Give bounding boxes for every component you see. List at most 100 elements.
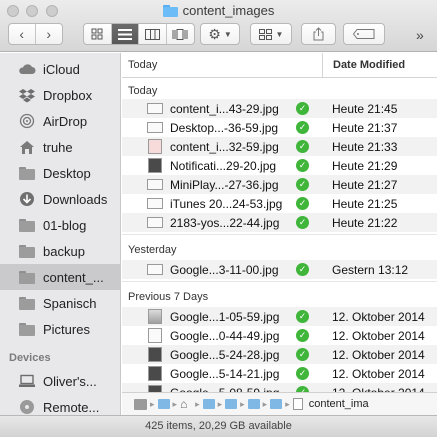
folder-icon [162,4,178,17]
share-button[interactable] [301,23,336,45]
sidebar-item-spanisch[interactable]: Spanisch [0,290,120,316]
status-bar: 425 items, 20,29 GB available [0,415,437,437]
file-date-modified: Heute 21:37 [332,121,398,135]
image-thumbnail-icon [148,158,162,173]
cover-flow-button[interactable] [167,24,194,44]
image-thumbnail-icon [147,198,163,209]
path-current-item[interactable]: content_ima [309,398,369,410]
folder-icon [18,216,36,234]
sidebar-item-label: 01-blog [43,217,87,233]
file-name: Google...5-24-28.jpg [170,348,280,362]
sidebar-item-dropbox[interactable]: Dropbox [0,82,120,108]
sidebar-item-label: Downloads [43,191,108,207]
sidebar-item-01-blog[interactable]: 01-blog [0,212,120,238]
sidebar-item-icloud[interactable]: iCloud [0,56,120,82]
document-icon[interactable] [292,398,303,410]
window-title: content_images [0,3,437,18]
sync-checkmark-icon: ✓ [296,329,309,342]
edit-tags-button[interactable] [343,23,385,45]
file-row[interactable]: Google...3-11-00.jpg ✓ Gestern 13:12 [122,260,437,279]
sidebar: iCloud Dropbox AirDrop truhe Desktop Dow… [0,53,121,415]
folder-icon[interactable] [247,399,260,409]
file-row[interactable]: Google...5-24-28.jpg ✓ 12. Oktober 2014 [122,345,437,364]
file-row[interactable]: Notificati...29-20.jpg ✓ Heute 21:29 [122,156,437,175]
sidebar-item-label: Oliver's... [43,373,97,389]
image-thumbnail-icon [148,366,162,381]
file-row[interactable]: Google...5-14-21.jpg ✓ 12. Oktober 2014 [122,364,437,383]
file-date-modified: Heute 21:25 [332,197,398,211]
file-list: Today Date Modified Today content_i...43-… [122,53,437,392]
list-view-button[interactable] [111,24,139,44]
file-row[interactable]: 2183-yos...22-44.jpg ✓ Heute 21:22 [122,213,437,232]
group-header: Today [122,79,437,99]
laptop-icon [18,372,36,390]
action-menu-button[interactable]: ⚙ ▼ [200,23,240,45]
download-icon [18,190,36,208]
sidebar-item-label: Pictures [43,321,90,337]
airdrop-icon [18,112,36,130]
gear-icon: ⚙ [208,25,221,42]
sidebar-item-label: truhe [43,139,73,155]
sync-checkmark-icon: ✓ [296,310,309,323]
sync-checkmark-icon: ✓ [296,140,309,153]
file-name: iTunes 20...24-53.jpg [170,197,283,211]
folder-icon [18,242,36,260]
sidebar-item-label: backup [43,243,85,259]
sync-checkmark-icon: ✓ [296,178,309,191]
file-row[interactable]: iTunes 20...24-53.jpg ✓ Heute 21:25 [122,194,437,213]
cloud-icon [18,60,36,78]
sidebar-item-airdrop[interactable]: AirDrop [0,108,120,134]
file-row[interactable]: Google...1-05-59.jpg ✓ 12. Oktober 2014 [122,307,437,326]
file-row[interactable]: Desktop...-36-59.jpg ✓ Heute 21:37 [122,118,437,137]
sidebar-item-remote-disc[interactable]: Remote... [0,394,120,415]
home-icon[interactable]: ⌂ [180,398,192,410]
more-toolbar-items-button[interactable]: » [416,27,424,43]
image-thumbnail-icon [148,139,162,154]
file-date-modified: 12. Oktober 2014 [332,329,425,343]
file-row[interactable]: MiniPlay...-27-36.jpg ✓ Heute 21:27 [122,175,437,194]
image-thumbnail-icon [147,217,163,228]
forward-button[interactable]: › [36,24,62,44]
list-icon [117,28,132,40]
back-button[interactable]: ‹ [9,24,36,44]
sidebar-item-laptop[interactable]: Oliver's... [0,368,120,394]
icon-view-button[interactable] [84,24,112,44]
sidebar-item-truhe[interactable]: truhe [0,134,120,160]
sync-checkmark-icon: ✓ [296,197,309,210]
folder-icon[interactable] [202,399,215,409]
sidebar-item-pictures[interactable]: Pictures [0,316,120,342]
sync-checkmark-icon: ✓ [296,216,309,229]
path-arrow-icon: ▸ [217,398,223,409]
image-thumbnail-icon [147,122,163,133]
hard-disk-icon[interactable] [134,398,147,410]
sync-checkmark-icon: ✓ [296,121,309,134]
image-thumbnail-icon [147,103,163,114]
sidebar-item-downloads[interactable]: Downloads [0,186,120,212]
column-view-button[interactable] [139,24,167,44]
image-thumbnail-icon [148,309,162,324]
folder-icon[interactable] [157,399,170,409]
file-row[interactable]: content_i...43-29.jpg ✓ Heute 21:45 [122,99,437,118]
chevron-left-icon: ‹ [19,26,25,42]
name-column-header[interactable]: Today [128,59,157,71]
sidebar-item-desktop[interactable]: Desktop [0,160,120,186]
chevron-down-icon: ▼ [275,29,284,39]
date-modified-column-header[interactable]: Date Modified [322,53,437,78]
folder-icon[interactable] [225,399,238,409]
path-arrow-icon: ▸ [172,398,178,409]
cover-flow-icon [172,28,188,40]
sidebar-section-devices: Devices [9,352,51,364]
image-thumbnail-icon [147,179,163,190]
file-row[interactable]: content_i...32-59.jpg ✓ Heute 21:33 [122,137,437,156]
arrange-menu-button[interactable]: ▼ [250,23,292,45]
file-date-modified: Heute 21:27 [332,178,398,192]
sidebar-item-content-images[interactable]: content_... [0,264,120,290]
file-name: 2183-yos...22-44.jpg [170,216,280,230]
sidebar-item-label: Remote... [43,399,100,415]
sidebar-item-backup[interactable]: backup [0,238,120,264]
file-row[interactable]: Google...0-44-49.jpg ✓ 12. Oktober 2014 [122,326,437,345]
file-name: Google...0-44-49.jpg [170,329,280,343]
file-name: Desktop...-36-59.jpg [170,121,279,135]
file-row[interactable]: Google...5-08-59.jpg✓12. Oktober 2014 [122,383,437,392]
folder-icon[interactable] [270,399,283,409]
